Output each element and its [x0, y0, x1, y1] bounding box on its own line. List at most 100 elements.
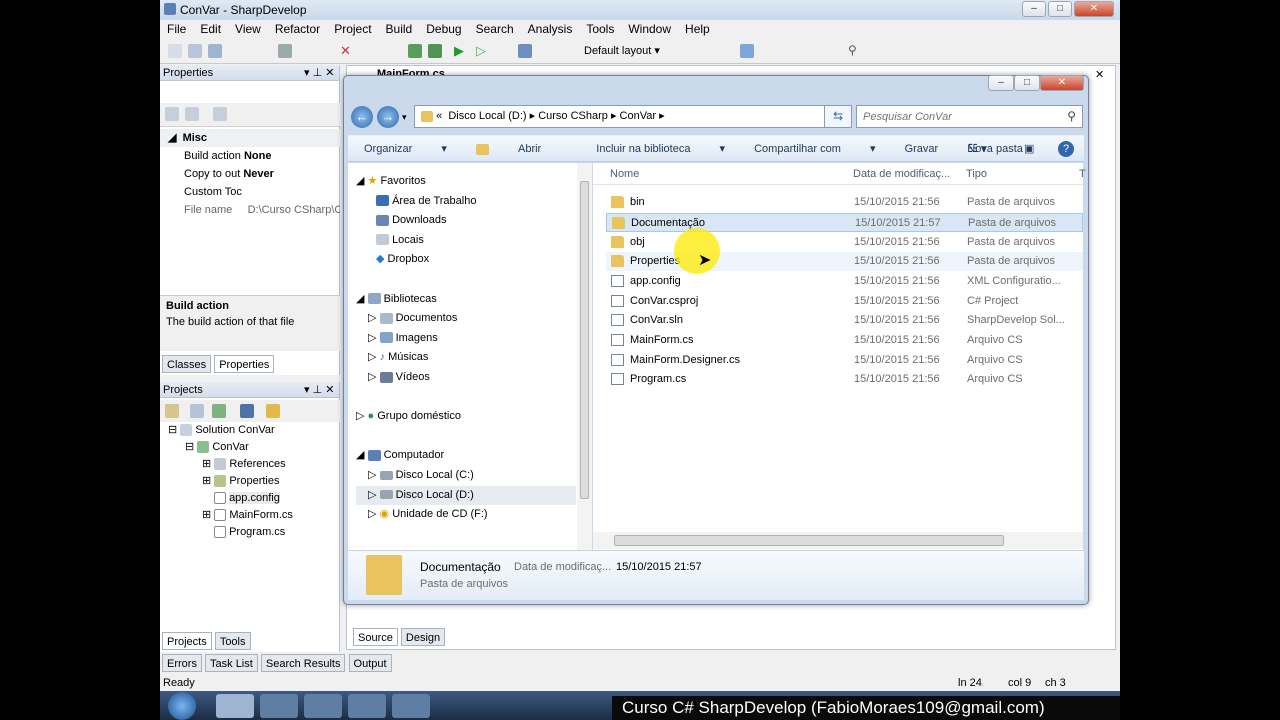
menu-analysis[interactable]: Analysis [528, 22, 573, 36]
build-icon[interactable] [408, 44, 422, 58]
property-pages-icon[interactable] [213, 107, 227, 121]
tab-task-list[interactable]: Task List [205, 654, 258, 672]
start-button[interactable] [168, 692, 196, 720]
window-icon[interactable] [740, 44, 754, 58]
address-bar[interactable]: « Disco Local (D:) ▸ Curso CSharp ▸ ConV… [414, 105, 850, 128]
prop-copy-to-output[interactable]: Copy to out Never [160, 165, 340, 183]
explorer-close-button[interactable]: ✕ [1040, 75, 1084, 91]
search-input[interactable] [863, 107, 1053, 126]
explorer-minimize-button[interactable]: – [988, 75, 1014, 91]
tab-design[interactable]: Design [400, 628, 446, 646]
menu-view[interactable]: View [235, 22, 261, 36]
file-row[interactable]: MainForm.cs 15/10/2015 21:56 Arquivo CS [606, 331, 1083, 350]
organize-button[interactable]: Organizar ▾ [364, 136, 447, 162]
col-type[interactable]: Tipo [966, 163, 987, 185]
nav-images[interactable]: ▷ Imagens [356, 329, 576, 349]
tree-app-config[interactable]: app.config [168, 490, 293, 507]
open-button[interactable]: Abrir [475, 136, 567, 162]
file-row[interactable]: Program.cs 15/10/2015 21:56 Arquivo CS [606, 370, 1083, 389]
crumb-course[interactable]: Curso CSharp [538, 110, 608, 122]
preview-pane-icon[interactable]: ▣ [1024, 136, 1034, 162]
add-icon[interactable] [165, 404, 179, 418]
tree-properties[interactable]: ⊞ Properties [168, 473, 293, 490]
nav-music[interactable]: ▷ ♪ Músicas [356, 348, 576, 368]
menu-search[interactable]: Search [476, 22, 514, 36]
nav-disk-c[interactable]: ▷ Disco Local (C:) [356, 466, 576, 486]
nav-downloads[interactable]: Downloads [356, 211, 576, 231]
nav-dropbox[interactable]: ◆ Dropbox [356, 250, 576, 270]
delete-icon[interactable]: ✕ [340, 43, 351, 59]
run-without-debug-icon[interactable]: ▷ [476, 43, 486, 59]
prop-build-action[interactable]: Build action None [160, 147, 340, 165]
nav-desktop[interactable]: Área de Trabalho [356, 192, 576, 212]
refresh-button[interactable]: ⇆ [824, 105, 852, 128]
file-row[interactable]: app.config 15/10/2015 21:56 XML Configurat… [606, 272, 1083, 291]
sort-alpha-icon[interactable] [185, 107, 199, 121]
back-button[interactable]: ← [351, 106, 373, 128]
find-icon[interactable]: ⚲ [848, 43, 857, 57]
tab-projects[interactable]: Projects [162, 632, 212, 650]
nav-homegroup[interactable]: ▷ ● Grupo doméstico [356, 407, 576, 427]
menu-window[interactable]: Window [628, 22, 671, 36]
taskbar-chrome[interactable] [260, 694, 298, 718]
open-icon[interactable] [188, 44, 202, 58]
tree-solution[interactable]: ⊟ Solution ConVar [168, 422, 293, 439]
col-name[interactable]: Nome [610, 163, 639, 185]
share-button[interactable]: Compartilhar com ▾ [754, 136, 875, 162]
properties-icon[interactable] [240, 404, 254, 418]
folder-open-icon[interactable] [266, 404, 280, 418]
menu-build[interactable]: Build [386, 22, 413, 36]
tab-search-results[interactable]: Search Results [260, 654, 346, 672]
tab-properties[interactable]: Properties [214, 355, 275, 373]
search-icon[interactable]: ⚲ [1067, 109, 1076, 123]
nav-videos[interactable]: ▷ Vídeos [356, 368, 576, 388]
taskbar-skype[interactable] [348, 694, 386, 718]
recent-pages-icon[interactable]: ▾ [402, 112, 407, 123]
taskbar-sharpdevelop[interactable] [392, 694, 430, 718]
refresh-icon[interactable] [212, 404, 226, 418]
file-row[interactable]: Documentação 15/10/2015 21:57 Pasta de arq… [606, 213, 1083, 232]
file-row[interactable]: bin 15/10/2015 21:56 Pasta de arquivos [606, 193, 1083, 212]
tab-source[interactable]: Source [353, 628, 398, 646]
new-file-icon[interactable] [168, 44, 182, 58]
maximize-button[interactable]: □ [1048, 1, 1072, 17]
nav-computer[interactable]: ◢ Computador [356, 446, 576, 466]
tab-tools[interactable]: Tools [214, 632, 251, 650]
menu-tools[interactable]: Tools [586, 22, 614, 36]
menu-file[interactable]: File [167, 22, 186, 36]
menu-debug[interactable]: Debug [426, 22, 461, 36]
pane-menu-icon[interactable]: ▾ ⊥ ✕ [304, 65, 334, 81]
taskbar-app[interactable] [304, 694, 342, 718]
collapse-icon[interactable] [190, 404, 204, 418]
nav-disk-d[interactable]: ▷ Disco Local (D:) [356, 485, 576, 506]
step-icon[interactable] [518, 44, 532, 58]
layout-select[interactable]: Default layout ▾ [584, 44, 660, 57]
search-box[interactable]: ⚲ [856, 105, 1083, 128]
file-row[interactable]: ConVar.csproj 15/10/2015 21:56 C# Project [606, 292, 1083, 311]
nav-libraries[interactable]: ◢ Bibliotecas [356, 290, 576, 310]
crumb-convar[interactable]: ConVar [620, 110, 656, 122]
run-icon[interactable]: ▶ [454, 43, 464, 59]
menu-project[interactable]: Project [334, 22, 371, 36]
nav-recent[interactable]: Locais [356, 231, 576, 251]
prop-file-name[interactable]: File name D:\Curso CSharp\C [160, 201, 340, 219]
categorized-icon[interactable] [165, 107, 179, 121]
category-misc[interactable]: ◢ Misc [160, 129, 340, 147]
forward-button[interactable]: → [377, 106, 399, 128]
explorer-maximize-button[interactable]: □ [1014, 75, 1040, 91]
close-button[interactable]: ✕ [1074, 1, 1114, 17]
nav-documents[interactable]: ▷ Documentos [356, 309, 576, 329]
nav-scrollbar[interactable] [577, 163, 592, 550]
file-row[interactable]: ConVar.sln 15/10/2015 21:56 SharpDevelop S… [606, 311, 1083, 330]
help-icon[interactable]: ? [1058, 141, 1074, 157]
cut-icon[interactable] [278, 44, 292, 58]
nav-cd-drive[interactable]: ▷ ◉ Unidade de CD (F:) [356, 505, 576, 525]
menu-refactor[interactable]: Refactor [275, 22, 320, 36]
prop-custom-tool[interactable]: Custom Toc [160, 183, 340, 201]
taskbar-explorer[interactable] [216, 694, 254, 718]
tab-output[interactable]: Output [348, 654, 392, 672]
col-size[interactable]: T [1079, 163, 1086, 185]
save-icon[interactable] [208, 44, 222, 58]
tab-errors[interactable]: Errors [162, 654, 202, 672]
nav-scroll-thumb[interactable] [580, 181, 589, 499]
